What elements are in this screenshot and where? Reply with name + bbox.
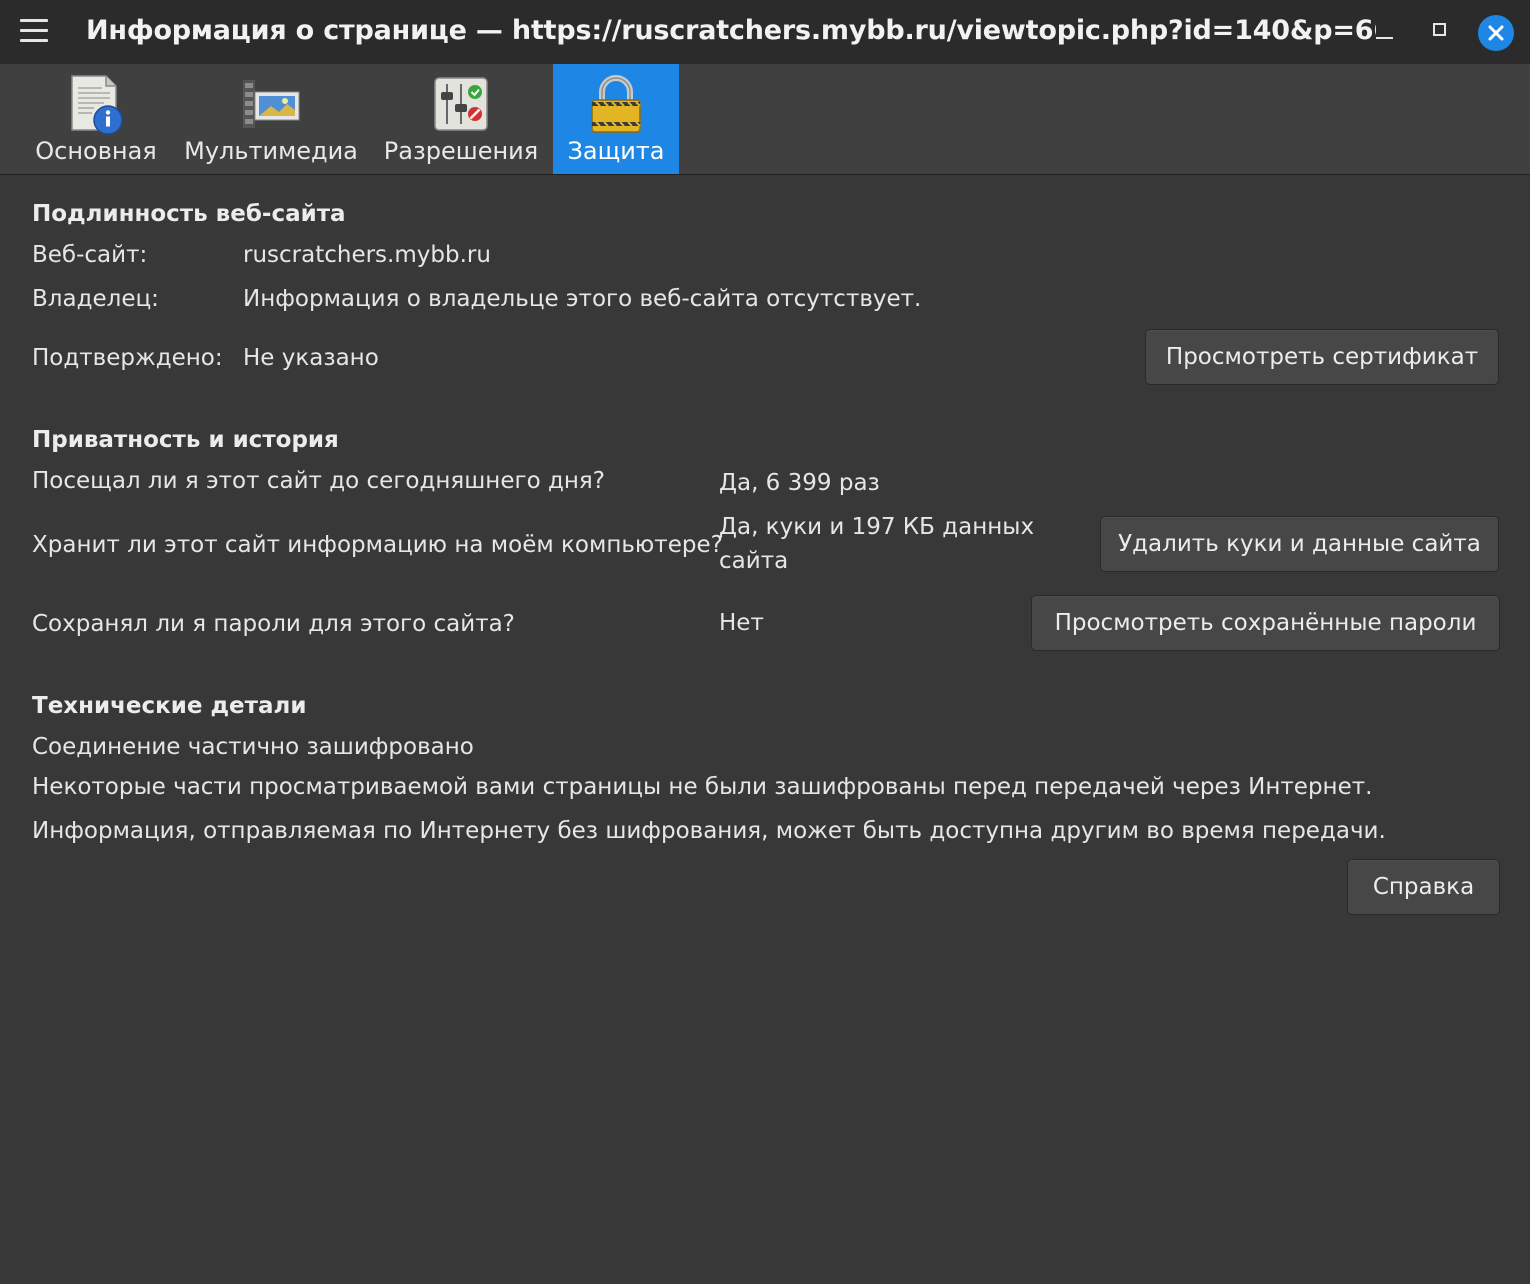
verified-label: Подтверждено: [32, 345, 223, 371]
tab-permissions-label: Разрешения [383, 137, 539, 165]
maximize-button[interactable] [1424, 14, 1460, 50]
hamburger-menu-icon[interactable] [20, 19, 48, 43]
view-saved-passwords-button[interactable]: Просмотреть сохранённые пароли [1031, 595, 1500, 651]
identity-heading: Подлинность веб-сайта [32, 201, 346, 227]
tab-security-label: Защита [567, 137, 665, 165]
storage-answer-line1: Да, куки и 197 КБ данных [719, 514, 1035, 540]
storage-answer-line2: сайта [719, 548, 789, 574]
storage-question: Хранит ли этот сайт информацию на моём к… [32, 532, 723, 558]
tab-media-label: Мультимедиа [184, 137, 358, 165]
technical-line1: Соединение частично зашифровано [32, 734, 474, 760]
padlock-icon [591, 75, 641, 133]
page-info-icon [71, 75, 123, 135]
privacy-heading: Приватность и история [32, 427, 339, 453]
help-button[interactable]: Справка [1347, 859, 1500, 915]
permissions-icon [434, 77, 488, 131]
tab-media[interactable]: Мультимедиа [182, 64, 360, 174]
passwords-question: Сохранял ли я пароли для этого сайта? [32, 611, 515, 637]
title-bar: Информация о странице — https://ruscratc… [0, 0, 1530, 64]
tab-bar: Основная Мультимедиа Разрешения Защита [0, 64, 1530, 175]
technical-line2: Некоторые части просматриваемой вами стр… [32, 774, 1373, 800]
passwords-answer: Нет [719, 610, 764, 636]
owner-label: Владелец: [32, 286, 159, 312]
close-icon [1488, 25, 1504, 41]
tab-general[interactable]: Основная [20, 64, 172, 174]
owner-value: Информация о владельце этого веб-сайта о… [243, 286, 922, 312]
visited-answer: Да, 6 399 раз [719, 470, 880, 496]
tab-permissions[interactable]: Разрешения [372, 64, 550, 174]
tab-security[interactable]: Защита [553, 64, 679, 174]
verified-value: Не указано [243, 345, 379, 371]
media-icon [243, 80, 300, 128]
minimize-button[interactable] [1370, 14, 1406, 50]
technical-line3: Информация, отправляемая по Интернету бе… [32, 818, 1386, 844]
website-value: ruscratchers.mybb.ru [243, 242, 491, 268]
technical-heading: Технические детали [32, 693, 307, 719]
tab-general-label: Основная [35, 137, 157, 165]
clear-site-data-button[interactable]: Удалить куки и данные сайта [1100, 516, 1499, 572]
close-button[interactable] [1478, 15, 1514, 51]
view-certificate-button[interactable]: Просмотреть сертификат [1145, 329, 1499, 385]
window-title: Информация о странице — https://ruscratc… [86, 15, 1376, 46]
website-label: Веб-сайт: [32, 242, 148, 268]
visited-question: Посещал ли я этот сайт до сегодняшнего д… [32, 468, 605, 494]
